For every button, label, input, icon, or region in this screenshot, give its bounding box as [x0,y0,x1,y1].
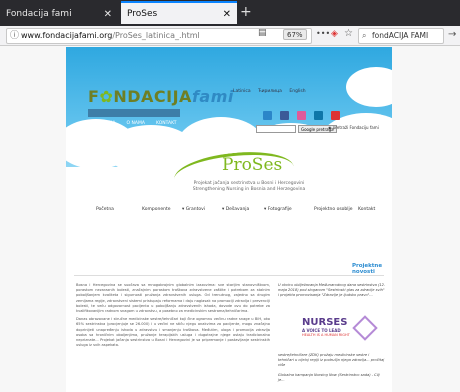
menu-projektno-osoblje[interactable]: Projektno osoblje [314,207,353,212]
news-paragraph: Globalna kampanja Nursing Now (Sestrinst… [278,372,380,382]
nav-pocetna[interactable]: POČETNA [94,121,115,126]
url-path: /ProSes_latinica_.html [112,31,200,40]
search-scope-label: pretraži Fondaciju fami [332,125,379,130]
linkedin-icon[interactable] [314,111,324,120]
menu-desavanja[interactable]: ▾ Dešavanja [222,207,249,212]
divider [74,275,384,276]
close-icon[interactable]: ✕ [223,3,231,26]
proses-name: ProSes [222,155,283,175]
close-icon[interactable]: ✕ [104,3,112,26]
nav-kontakt[interactable]: KONTAKT [156,121,176,126]
new-tab-icon[interactable]: + [240,4,252,20]
logo-figure-icon: ✿ [99,87,114,106]
article-paragraph: Bosna i Hercegovina se suočava sa mnogob… [76,283,270,314]
news-paragraph: U okviru obilježavanja Međunarodnog dana… [278,283,386,298]
logo-text: NDACIJA [113,87,192,106]
flickr-icon[interactable] [297,111,307,120]
logo-letter: F [88,87,100,106]
site-column: F✿NDACIJAfami POČETNA O NAMA KONTAKT Lat… [66,47,392,392]
news-sidebar: U okviru obilježavanja Međunarodnog dana… [278,283,386,299]
navigation-bar: ⓘ www.fondacijafami.org/ProSes_latinica_… [0,26,460,46]
reader-view-icon[interactable]: ▤ [258,28,267,38]
go-arrow-icon[interactable]: → [448,29,456,40]
proses-subtitle-en: Strengthening Nursing in Bosnia and Herz… [192,187,306,192]
menu-pocetna[interactable]: Početna [96,207,114,212]
search-text: fondACIJA FAMI [372,31,429,40]
search-scope-radio[interactable]: ◉ pretraži Fondaciju fami [328,125,379,130]
info-icon[interactable]: ⓘ [10,29,19,43]
tab-strip: Fondacija fami ✕ ProSes ✕ + [0,0,460,26]
proses-logo: ProSes Projekat jačanja sestrinstva u Bo… [172,145,305,210]
twitter-icon[interactable] [263,111,272,120]
tab-fondacija-fami[interactable]: Fondacija fami ✕ [0,3,118,26]
social-links [263,105,343,124]
main-article: Bosna i Hercegovina se suočava sa mnogob… [76,283,270,351]
facebook-icon[interactable] [280,111,290,120]
zoom-level[interactable]: 67% [283,29,307,40]
language-switcher: Latinica Ћирилица English [233,89,312,94]
cloud [346,67,392,107]
nurses-voice-banner[interactable]: NURSES A VOICE TO LEAD HEALTH IS A HUMAN… [302,315,378,349]
lang-english[interactable]: English [289,89,305,94]
project-news-heading[interactable]: Projektne novosti [352,263,392,275]
search-icon: ⌕ [362,31,367,40]
page-viewport: F✿NDACIJAfami POČETNA O NAMA KONTAKT Lat… [0,47,460,392]
news-paragraph: sestre/tehničare (ZDK) pružaju medicinsk… [278,353,385,368]
page-actions-icon[interactable]: ••• [316,29,330,38]
logo-fami: fami [191,87,234,106]
menu-grantovi[interactable]: ▾ Grantovi [182,207,205,212]
nav-o-nama[interactable]: O NAMA [127,121,145,126]
menu-fotografije[interactable]: ▾ Fotografije [264,207,292,212]
tab-title: Fondacija fami [6,9,72,19]
menu-komponente[interactable]: Komponente [142,207,170,212]
tab-title: ProSes [127,9,158,19]
site-nav: POČETNA O NAMA KONTAKT [88,109,180,126]
youtube-icon[interactable] [331,111,341,120]
url-host: www.fondacijafami.org [21,31,113,40]
lang-cirilica[interactable]: Ћирилица [258,89,282,94]
tab-proses[interactable]: ProSes ✕ [121,1,237,24]
proses-subtitle: Projekat jačanja sestrinstva u Bosni i H… [174,181,324,193]
bookmark-star-icon[interactable]: ☆ [344,28,353,39]
site-search-input[interactable] [256,125,296,133]
article-paragraph: Danas obrazovane i stručne medicinske se… [76,317,270,348]
search-input[interactable]: ⌕ fondACIJA FAMI [358,28,444,44]
pocket-icon[interactable]: ◈ [331,29,338,39]
lang-latinica[interactable]: Latinica [233,89,251,94]
news-sidebar-continued: sestre/tehničare (ZDK) pružaju medicinsk… [278,353,386,383]
fondacija-fami-logo[interactable]: F✿NDACIJAfami [88,87,234,106]
menu-kontakt[interactable]: Kontakt [358,207,375,212]
